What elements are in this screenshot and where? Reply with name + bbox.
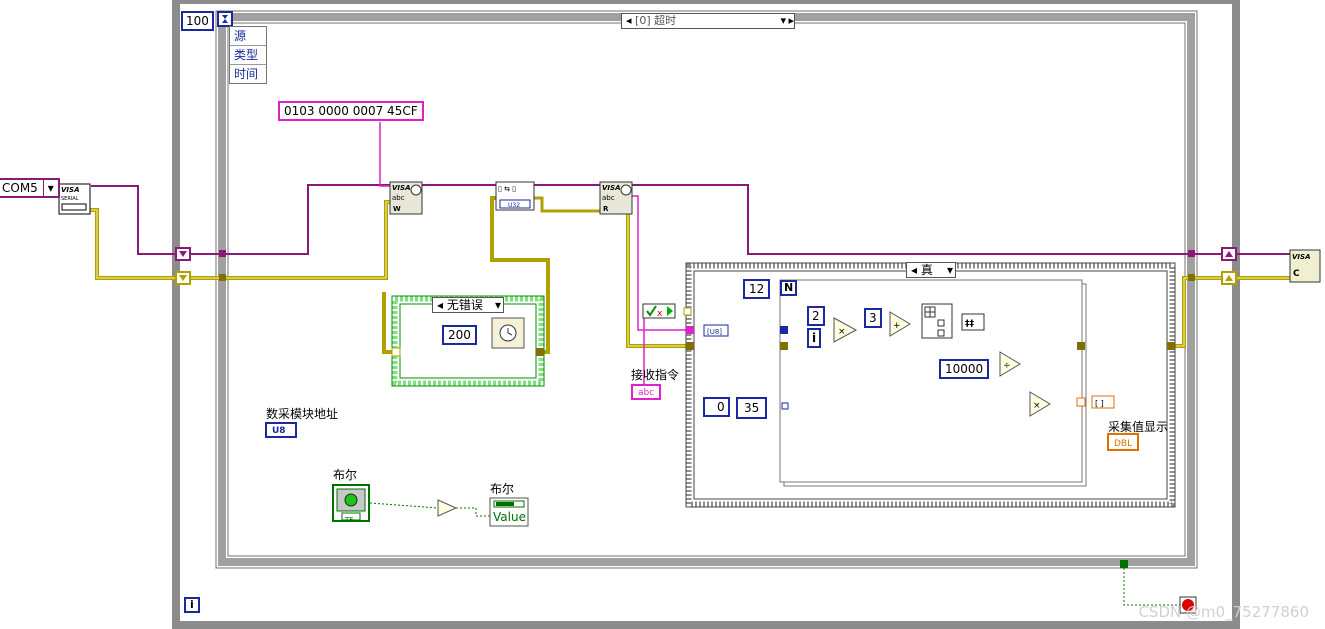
bool-control-label: 布尔: [333, 468, 358, 482]
add-constant[interactable]: 3: [864, 308, 882, 328]
svg-text:[U8]: [U8]: [707, 328, 722, 336]
visa-write-icon[interactable]: VISA abc W: [389, 181, 423, 215]
svg-text:abc: abc: [392, 194, 405, 202]
subset-length-constant[interactable]: 35: [736, 397, 768, 419]
block-diagram: VISA SERIAL VISA abc W ▯ ⇆ ▯ U32 VISA ab…: [52, 0, 1321, 629]
svg-text:VISA: VISA: [1292, 253, 1310, 261]
event-type-field[interactable]: 类型: [230, 46, 266, 65]
loop-count-12-constant[interactable]: 12: [743, 279, 771, 299]
svg-text:÷: ÷: [1003, 361, 1011, 371]
watermark: CSDN @m0_75277860: [1138, 603, 1309, 621]
svg-text:C: C: [1293, 269, 1300, 279]
receive-cmd-label: 接收指令: [631, 368, 680, 382]
case-dropdown-icon[interactable]: ▾: [780, 14, 786, 28]
error-case-selector[interactable]: ◂ 无错误 ▾: [432, 297, 504, 313]
event-time-field[interactable]: 时间: [230, 65, 266, 83]
svg-text:R: R: [603, 205, 609, 213]
bool-indicator-label: 布尔: [490, 482, 515, 496]
error-case-dropdown-icon[interactable]: ▾: [495, 298, 501, 312]
case-prev-arrow-icon[interactable]: ◂: [626, 14, 632, 27]
count-terminal: N: [780, 280, 798, 296]
svg-text:x: x: [657, 309, 663, 319]
index-array-icon[interactable]: [921, 303, 953, 339]
svg-text:‡‡: ‡‡: [965, 319, 975, 329]
svg-text:VISA: VISA: [61, 186, 79, 194]
svg-text:W: W: [393, 205, 401, 213]
acquire-display-terminal-text: DBL: [1114, 439, 1133, 449]
visa-resource-wire: [52, 184, 1290, 255]
event-source-field[interactable]: 源: [230, 27, 266, 46]
svg-text:+: +: [893, 321, 901, 331]
subset-start-constant[interactable]: 0: [703, 397, 730, 417]
loop-info-icon[interactable]: i: [184, 597, 200, 613]
receive-cmd-terminal-text: abc: [638, 388, 655, 398]
svg-text:VISA: VISA: [392, 184, 410, 192]
not-icon[interactable]: [437, 499, 458, 517]
serial-port-value: COM5: [2, 181, 38, 195]
command-string-constant[interactable]: 0103 0000 0007 45CF: [278, 101, 424, 121]
module-address-terminal-text: U8: [272, 426, 286, 436]
event-case-label: [0] 超时: [635, 14, 677, 27]
svg-text:×: ×: [838, 327, 846, 337]
bool-control-terminal-text: TF: [345, 516, 354, 524]
visa-bytes-at-port-icon[interactable]: ▯ ⇆ ▯ U32: [495, 181, 535, 211]
svg-text:[ ]: [ ]: [1095, 399, 1104, 408]
svg-text:×: ×: [1033, 401, 1041, 411]
true-case-prev-icon[interactable]: ◂: [911, 263, 917, 277]
multiply-constant[interactable]: 2: [807, 306, 825, 326]
join-numbers-icon[interactable]: ‡‡: [961, 313, 985, 331]
clear-errors-icon[interactable]: x: [642, 303, 692, 319]
value-property-label[interactable]: Value: [493, 510, 526, 524]
module-address-label: 数采模块地址: [266, 407, 339, 421]
serial-port-dropdown-icon[interactable]: ▾: [42, 180, 58, 196]
divisor-constant[interactable]: 10000: [939, 359, 990, 379]
wait-ms-icon[interactable]: [491, 317, 525, 349]
wait-ms-constant[interactable]: 200: [442, 325, 477, 345]
event-data-node: 源 类型 时间: [229, 26, 267, 84]
event-case-selector[interactable]: ◂ [0] 超时 ▾ ▸: [621, 13, 795, 29]
string-to-byte-array-icon[interactable]: [U8]: [703, 324, 729, 337]
case-next-arrow-icon[interactable]: ▸: [788, 14, 794, 28]
visa-close-icon[interactable]: VISA C: [1289, 249, 1321, 283]
timeout-terminal-icon: [217, 11, 233, 27]
loop-count-constant[interactable]: 100: [181, 11, 214, 31]
visa-read-icon[interactable]: VISA abc R: [599, 181, 633, 215]
svg-text:U32: U32: [508, 202, 520, 209]
acquire-display-label: 采集值显示: [1108, 420, 1169, 434]
true-case-selector[interactable]: ◂ 真 ▾: [906, 262, 956, 278]
error-case-label: 无错误: [446, 298, 483, 312]
svg-text:abc: abc: [602, 194, 615, 202]
serial-port-control[interactable]: COM5 ▾: [0, 178, 60, 198]
svg-text:SERIAL: SERIAL: [61, 196, 79, 202]
svg-text:▯ ⇆ ▯: ▯ ⇆ ▯: [498, 185, 516, 193]
svg-text:VISA: VISA: [602, 184, 620, 192]
array-subset-icon[interactable]: [ ]: [1091, 395, 1115, 409]
index-terminal: i: [807, 328, 822, 348]
true-case-label: 真: [920, 263, 933, 277]
error-case-prev-icon[interactable]: ◂: [437, 298, 443, 312]
visa-configure-serial-icon[interactable]: VISA SERIAL: [58, 183, 91, 215]
true-case-dropdown-icon[interactable]: ▾: [947, 263, 953, 277]
